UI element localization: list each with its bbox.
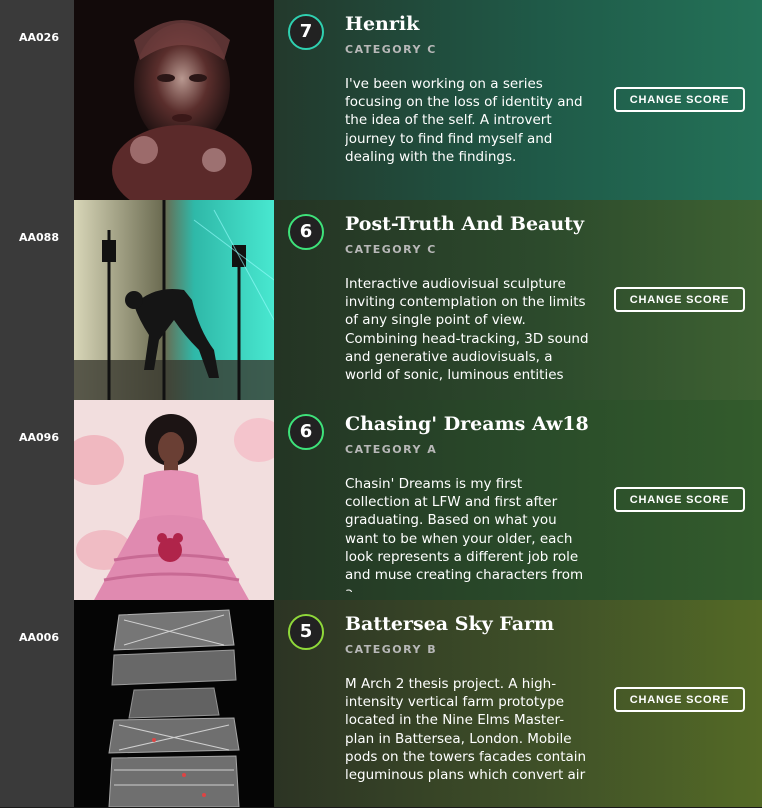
submission-list: AA026 7 Henrik CATEGORY C I've been work… — [0, 0, 762, 808]
submission-category: CATEGORY C — [345, 243, 437, 256]
submission-row: AA096 6 Chasing' Dreams Aw18 CATEGORY A … — [0, 400, 762, 601]
submission-title: Chasing' Dreams Aw18 — [345, 413, 589, 435]
change-score-button[interactable]: CHANGE SCORE — [614, 687, 745, 712]
score-badge: 6 — [288, 414, 324, 450]
submission-title: Battersea Sky Farm — [345, 613, 555, 635]
score-badge: 6 — [288, 214, 324, 250]
submission-id: AA026 — [0, 0, 74, 200]
submission-id: AA096 — [0, 400, 74, 600]
submission-id: AA088 — [0, 200, 74, 400]
submission-details: 6 Chasing' Dreams Aw18 CATEGORY A Chasin… — [274, 400, 762, 600]
score-badge: 7 — [288, 14, 324, 50]
submission-details: 6 Post-Truth And Beauty CATEGORY C Inter… — [274, 200, 762, 400]
submission-thumbnail — [74, 400, 274, 600]
submission-description: Chasin' Dreams is my first collection at… — [345, 476, 584, 592]
change-score-button[interactable]: CHANGE SCORE — [614, 87, 745, 112]
submission-thumbnail — [74, 0, 274, 200]
submission-row: AA088 6 Post-Truth And Beauty CATEGORY C… — [0, 200, 762, 401]
submission-category: CATEGORY C — [345, 43, 437, 56]
submission-title: Post-Truth And Beauty — [345, 213, 584, 235]
submission-id: AA006 — [0, 600, 74, 807]
change-score-button[interactable]: CHANGE SCORE — [614, 287, 745, 312]
submission-category: CATEGORY B — [345, 643, 438, 656]
submission-description: I've been working on a series focusing o… — [345, 76, 583, 165]
submission-description: M Arch 2 thesis project. A high-intensit… — [345, 676, 587, 784]
submission-category: CATEGORY A — [345, 443, 438, 456]
change-score-button[interactable]: CHANGE SCORE — [614, 487, 745, 512]
score-badge: 5 — [288, 614, 324, 650]
submission-description: Interactive audiovisual sculpture inviti… — [345, 276, 589, 384]
submission-thumbnail — [74, 600, 274, 807]
submission-details: 7 Henrik CATEGORY C I've been working on… — [274, 0, 762, 200]
submission-title: Henrik — [345, 13, 420, 35]
submission-details: 5 Battersea Sky Farm CATEGORY B M Arch 2… — [274, 600, 762, 807]
submission-row: AA026 7 Henrik CATEGORY C I've been work… — [0, 0, 762, 201]
submission-row: AA006 5 Battersea Sky Farm CATEGORY B M … — [0, 600, 762, 808]
submission-thumbnail — [74, 200, 274, 400]
